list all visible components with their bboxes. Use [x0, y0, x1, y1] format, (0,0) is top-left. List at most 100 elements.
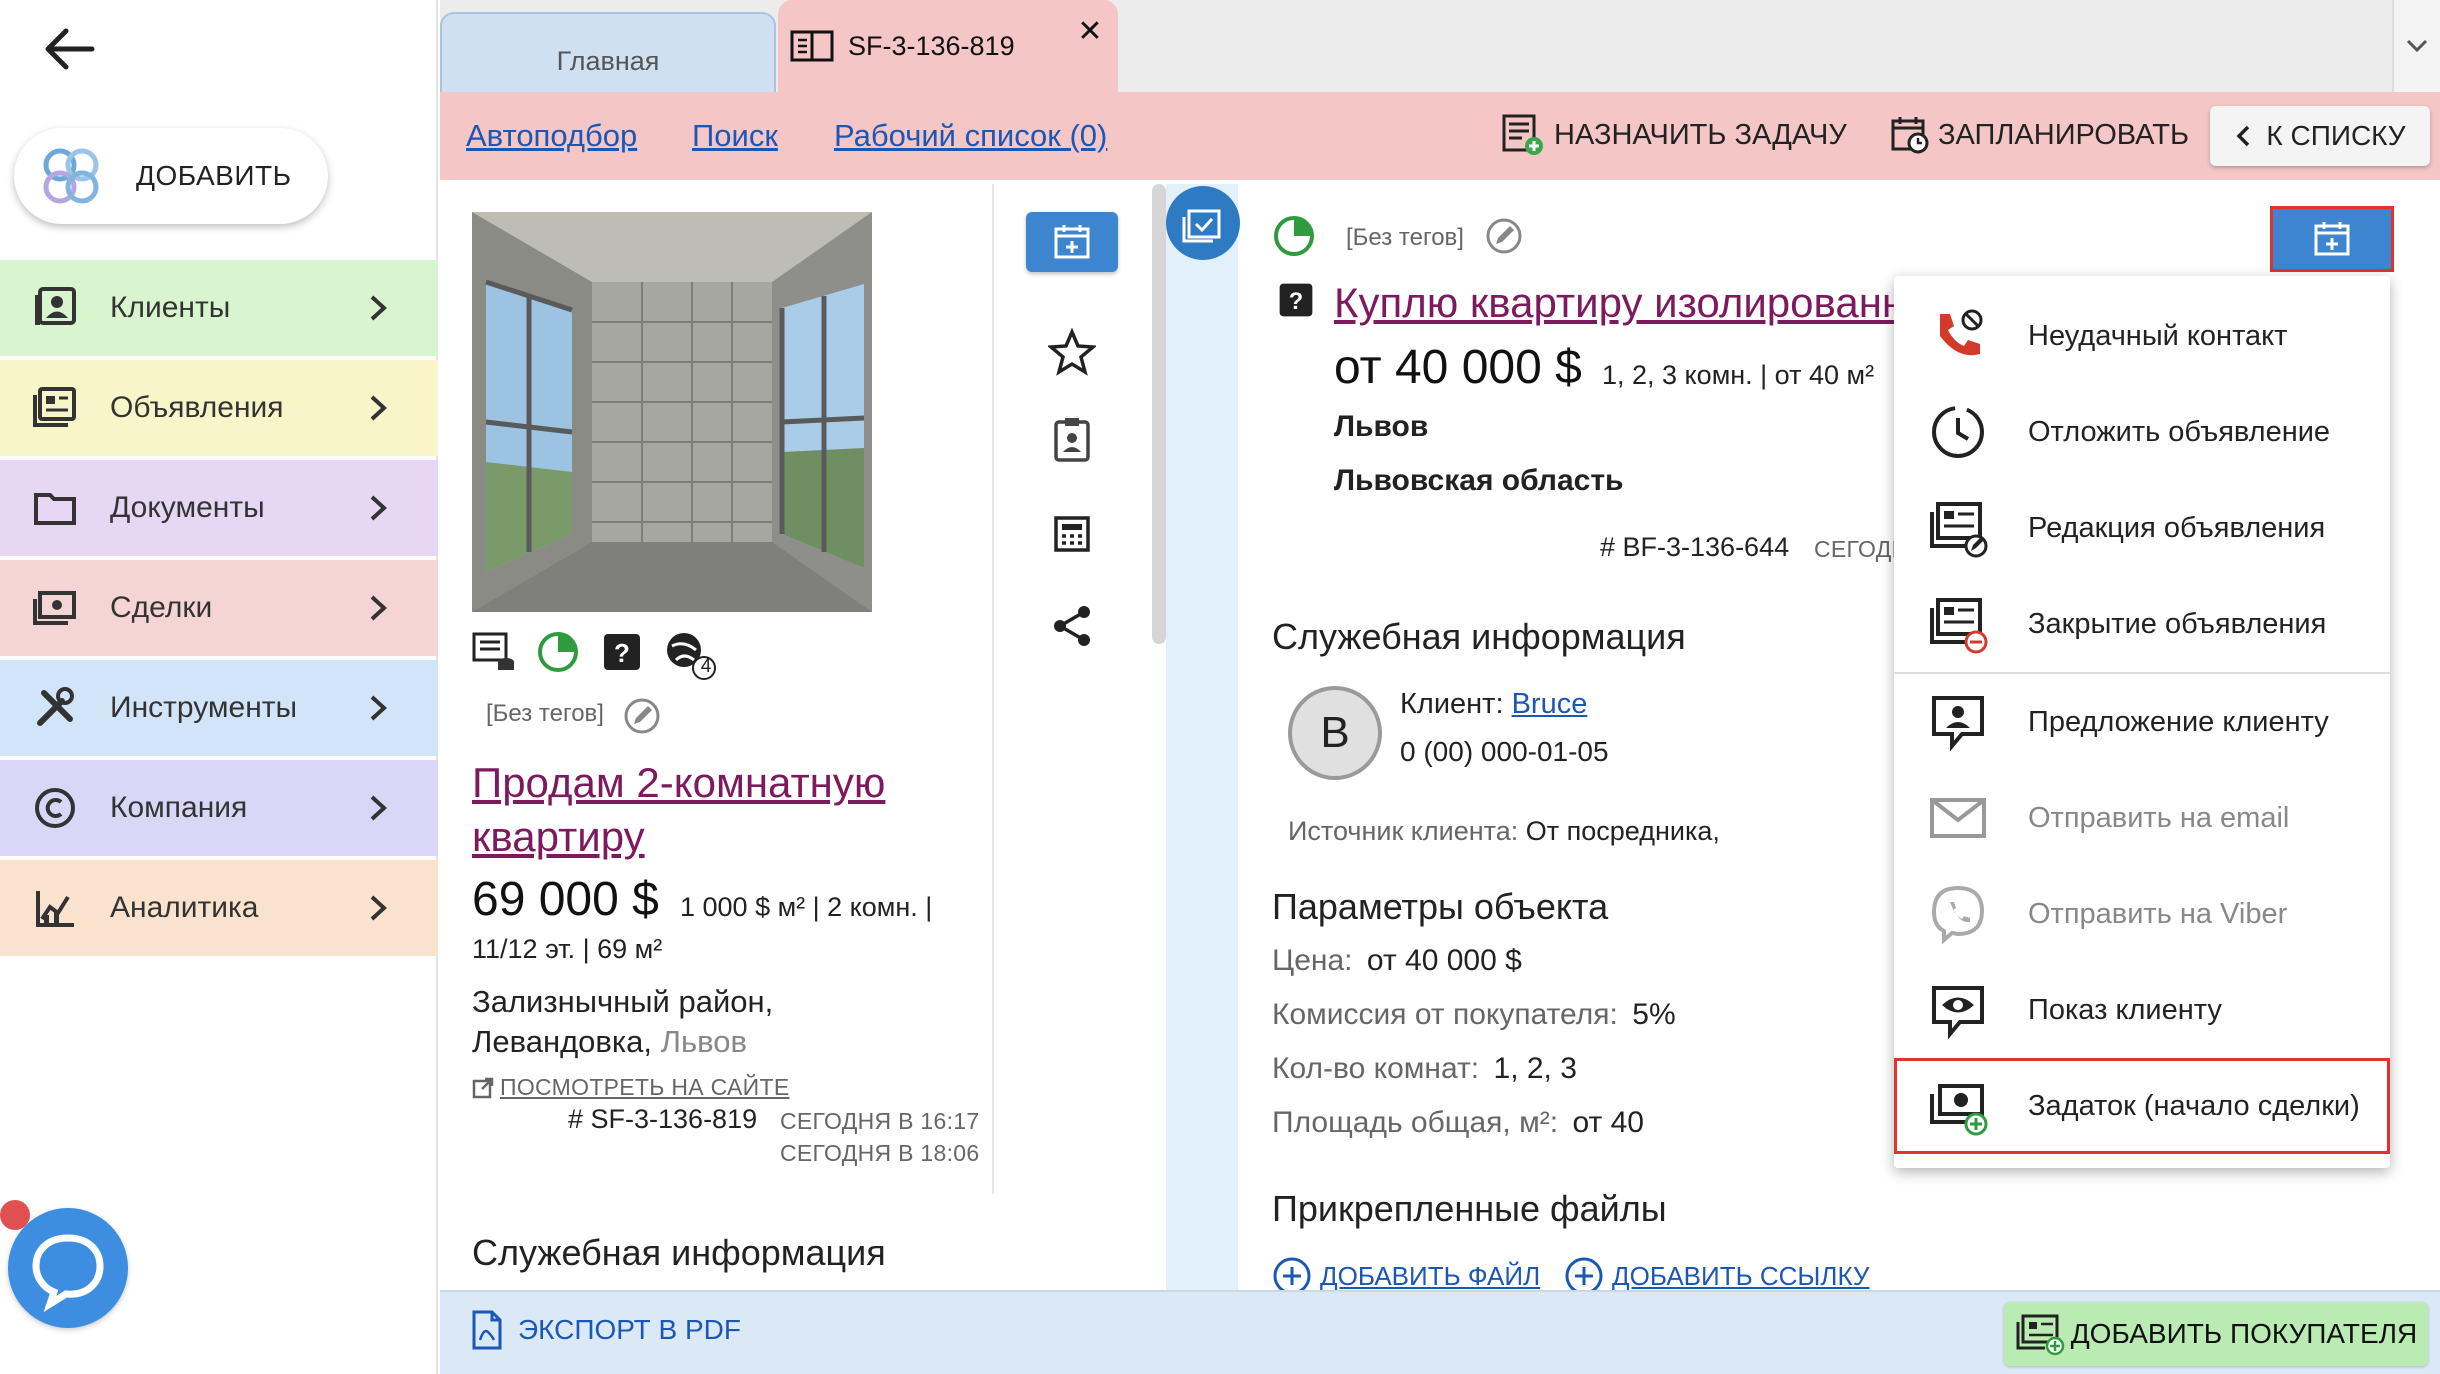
- sidebar-item-company[interactable]: Компания: [0, 760, 438, 856]
- failed-call-icon: [1928, 306, 1988, 366]
- back-arrow-icon[interactable]: [40, 22, 100, 76]
- chat-icon: [32, 1234, 104, 1313]
- menu-item-send-viber[interactable]: Отправить на Viber: [1894, 866, 2390, 962]
- clipboard-user-icon[interactable]: [1048, 416, 1096, 464]
- autoselect-link[interactable]: Автоподбор: [466, 118, 637, 154]
- assign-task-label: НАЗНАЧИТЬ ЗАДАЧУ: [1554, 118, 1847, 151]
- svg-text:?: ?: [614, 638, 630, 668]
- plan-button[interactable]: ЗАПЛАНИРОВАТЬ: [1890, 110, 2189, 160]
- district: Левандовка,: [472, 1024, 652, 1059]
- param-commission: Комиссия от покупателя: 5%: [1272, 998, 1676, 1031]
- menu-item-postpone[interactable]: Отложить объявление: [1894, 384, 2390, 480]
- add-file-label: ДОБАВИТЬ ФАЙЛ: [1320, 1260, 1541, 1291]
- assign-task-button[interactable]: НАЗНАЧИТЬ ЗАДАЧУ: [1500, 110, 1847, 160]
- add-buyer-icon: [2016, 1314, 2064, 1356]
- edit-tags-icon[interactable]: [622, 696, 662, 736]
- folder-icon: [32, 485, 78, 531]
- menu-item-send-email[interactable]: Отправить на email: [1894, 770, 2390, 866]
- sidebar-item-listings[interactable]: Объявления: [0, 360, 438, 456]
- calendar-add-button[interactable]: [1026, 212, 1118, 272]
- actions-calendar-button[interactable]: [2270, 206, 2394, 272]
- left-title-line1[interactable]: Продам 2-комнатную: [472, 756, 992, 810]
- chevron-right-icon: [368, 593, 388, 623]
- sidebar-item-label: Документы: [110, 491, 265, 524]
- sidebar-item-analytics[interactable]: Аналитика: [0, 860, 438, 956]
- chat-button[interactable]: [8, 1208, 128, 1328]
- back-to-list-label: К СПИСКУ: [2266, 120, 2406, 151]
- menu-item-showing[interactable]: Показ клиенту: [1894, 962, 2390, 1058]
- chevron-right-icon: [368, 893, 388, 923]
- share-icon[interactable]: [1048, 602, 1096, 650]
- sidebar-item-deals[interactable]: Сделки: [0, 560, 438, 656]
- right-price: от 40 000 $: [1334, 341, 1582, 394]
- menu-item-failed-contact[interactable]: Неудачный контакт: [1894, 288, 2390, 384]
- svg-text:?: ?: [1289, 289, 1303, 315]
- add-link-label: ДОБАВИТЬ ССЫЛКУ: [1612, 1260, 1870, 1291]
- timeline-strip: [1166, 184, 1238, 1290]
- left-title-line2[interactable]: квартиру: [472, 810, 992, 864]
- app-logo-icon: [40, 145, 102, 207]
- status-pie-icon: [536, 630, 580, 674]
- sidebar-item-label: Компания: [110, 791, 248, 824]
- star-icon[interactable]: [1048, 328, 1096, 376]
- calendar-check-icon: [1182, 209, 1221, 243]
- right-listing-id: # BF-3-136-644: [1600, 532, 1790, 562]
- source-label: Источник клиента:: [1288, 816, 1519, 846]
- left-title[interactable]: Продам 2-комнатную квартиру: [472, 756, 992, 864]
- menu-item-close-listing[interactable]: Закрытие объявления: [1894, 576, 2390, 672]
- search-link[interactable]: Поиск: [692, 118, 778, 154]
- sidebar-item-clients[interactable]: Клиенты: [0, 260, 438, 356]
- right-meta: 1, 2, 3 комн. | от 40 м²: [1602, 360, 1875, 390]
- status-pie-icon: [1272, 214, 1316, 258]
- calendar-add-icon: [1054, 225, 1090, 259]
- sidebar-item-label: Сделки: [110, 591, 213, 624]
- left-service-title: Служебная информация: [472, 1232, 886, 1273]
- chevron-down-icon: [2406, 39, 2428, 53]
- calendar-check-button[interactable]: [1166, 186, 1240, 260]
- tab-home-label: Главная: [556, 45, 660, 76]
- client-phone: 0 (00) 000-01-05: [1400, 736, 1609, 767]
- right-title-link[interactable]: Куплю квартиру изолированну: [1334, 279, 1894, 326]
- client-avatar[interactable]: B: [1288, 686, 1382, 780]
- param-rooms: Кол-во комнат: 1, 2, 3: [1272, 1052, 1577, 1085]
- edit-listing-icon: [1928, 498, 1988, 558]
- left-price: 69 000 $: [472, 873, 659, 926]
- add-buyer-button[interactable]: ДОБАВИТЬ ПОКУПАТЕЛЯ: [2004, 1302, 2428, 1366]
- calculator-icon[interactable]: [1048, 510, 1096, 558]
- add-button-label: ДОБАВИТЬ: [136, 160, 292, 191]
- notification-dot: [0, 1200, 30, 1230]
- pdf-icon: [472, 1310, 502, 1350]
- showing-icon: [1928, 980, 1988, 1040]
- client-label: Клиент:: [1400, 688, 1504, 720]
- calendar-clock-icon: [1891, 117, 1929, 154]
- offer-client-icon: [1928, 692, 1988, 752]
- plan-label: ЗАПЛАНИРОВАТЬ: [1938, 118, 2190, 151]
- export-pdf-button[interactable]: ЭКСПОРТ В PDF: [470, 1310, 741, 1350]
- highlight-box: [1894, 1058, 2390, 1154]
- question-icon: ?: [1276, 280, 1316, 320]
- close-tab-icon[interactable]: ✕: [1072, 14, 1108, 50]
- sidebar-item-documents[interactable]: Документы: [0, 460, 438, 556]
- tools-icon: [32, 685, 78, 731]
- menu-item-offer-client[interactable]: Предложение клиенту: [1894, 674, 2390, 770]
- view-on-site-link[interactable]: ПОСМОТРЕТЬ НА САЙТЕ: [472, 1074, 790, 1101]
- sidebar-item-tools[interactable]: Инструменты: [0, 660, 438, 756]
- tab-home[interactable]: Главная: [440, 12, 776, 92]
- money-icon: [32, 585, 78, 631]
- book-icon: [790, 30, 834, 62]
- menu-item-edit-listing[interactable]: Редакция объявления: [1894, 480, 2390, 576]
- client-name-link[interactable]: Bruce: [1512, 688, 1588, 720]
- tab-listing[interactable]: SF-3-136-819: [778, 0, 1118, 92]
- add-button[interactable]: ДОБАВИТЬ: [14, 128, 328, 224]
- view-on-site-label: ПОСМОТРЕТЬ НА САЙТЕ: [500, 1074, 790, 1100]
- tabs-dropdown-button[interactable]: [2392, 0, 2440, 92]
- scrollbar[interactable]: [1152, 184, 1166, 644]
- listing-photo[interactable]: [472, 212, 872, 612]
- back-to-list-button[interactable]: К СПИСКУ: [2210, 106, 2430, 166]
- edit-tags-icon[interactable]: [1484, 216, 1524, 256]
- right-tags: [Без тегов]: [1346, 224, 1464, 251]
- copyright-icon: [32, 785, 78, 831]
- worklist-link[interactable]: Рабочий список (0): [834, 118, 1107, 154]
- right-title[interactable]: Куплю квартиру изолированну: [1334, 276, 1894, 330]
- right-city: Львов: [1334, 410, 1429, 443]
